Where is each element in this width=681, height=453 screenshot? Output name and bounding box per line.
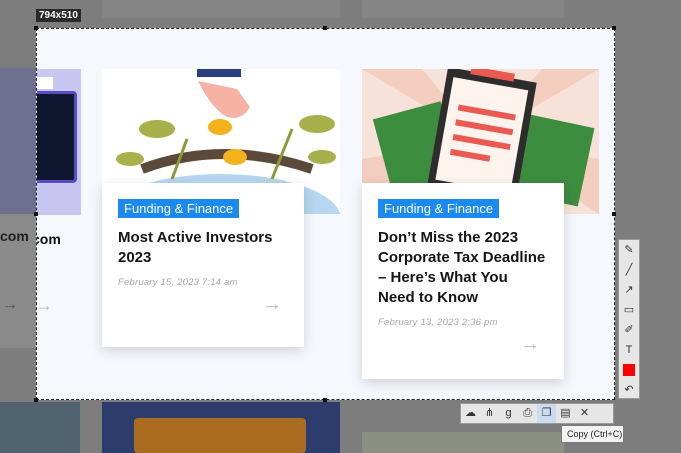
undo-icon[interactable]: ↶	[619, 380, 639, 400]
resize-handle[interactable]	[34, 398, 38, 402]
resize-handle[interactable]	[323, 398, 327, 402]
card-date: February 15, 2023 7:14 am	[118, 277, 238, 288]
device-screen-highlight	[37, 77, 53, 89]
upload-cloud-icon[interactable]: ☁	[461, 404, 480, 423]
annotation-toolbar: ✎ ╱ ↗ ▭ ✐ T ↶	[618, 239, 640, 399]
google-search-icon[interactable]: g	[499, 404, 518, 423]
resize-handle[interactable]	[612, 26, 616, 30]
category-tag[interactable]: Funding & Finance	[378, 199, 500, 218]
partial-card-image	[37, 69, 81, 215]
background-card-bottom	[0, 402, 80, 453]
card-title[interactable]: Most Active Investors 2023	[118, 228, 288, 268]
background-card-bottom	[362, 432, 564, 453]
resize-handle[interactable]	[34, 212, 38, 216]
background-card-bottom-image	[134, 418, 306, 453]
close-icon[interactable]: ✕	[575, 404, 594, 423]
background-card-title-fragment: com	[0, 228, 29, 244]
arrow-right-icon[interactable]: →	[520, 333, 540, 356]
action-toolbar: ☁ ⋔ g ⎙ ❐ ▤ ✕	[460, 403, 614, 424]
card-investors[interactable]: Funding & Finance Most Active Investors …	[102, 183, 304, 347]
resize-handle[interactable]	[34, 26, 38, 30]
background-card-top	[102, 0, 340, 18]
color-swatch-icon[interactable]	[619, 360, 639, 380]
device-illustration	[37, 91, 77, 183]
background-card-left-image	[0, 68, 36, 214]
save-icon[interactable]: ▤	[556, 404, 575, 423]
background-card-top	[362, 0, 564, 18]
selection-size-label: 794x510	[36, 9, 81, 22]
marker-icon[interactable]: ✐	[619, 320, 639, 340]
card-title[interactable]: Don’t Miss the 2023 Corporate Tax Deadli…	[378, 228, 548, 308]
arrow-right-icon[interactable]: →	[37, 295, 53, 316]
text-icon[interactable]: T	[619, 340, 639, 360]
background-arrow-icon: →	[2, 296, 18, 313]
arrow-right-icon[interactable]: →	[262, 293, 282, 316]
card-tax-deadline[interactable]: Funding & Finance Don’t Miss the 2023 Co…	[362, 183, 564, 379]
resize-handle[interactable]	[323, 26, 327, 30]
arrow-icon[interactable]: ↗	[619, 280, 639, 300]
copy-tooltip: Copy (Ctrl+C)	[561, 425, 624, 443]
pencil-icon[interactable]: ✎	[619, 240, 639, 260]
rectangle-icon[interactable]: ▭	[619, 300, 639, 320]
share-icon[interactable]: ⋔	[480, 404, 499, 423]
category-tag[interactable]: Funding & Finance	[118, 199, 240, 218]
resize-handle[interactable]	[612, 212, 616, 216]
print-icon[interactable]: ⎙	[518, 404, 537, 423]
partial-card-title: com	[37, 231, 61, 247]
copy-icon[interactable]: ❐	[537, 404, 556, 423]
card-date: February 13, 2023 2:36 pm	[378, 317, 498, 328]
line-icon[interactable]: ╱	[619, 260, 639, 280]
